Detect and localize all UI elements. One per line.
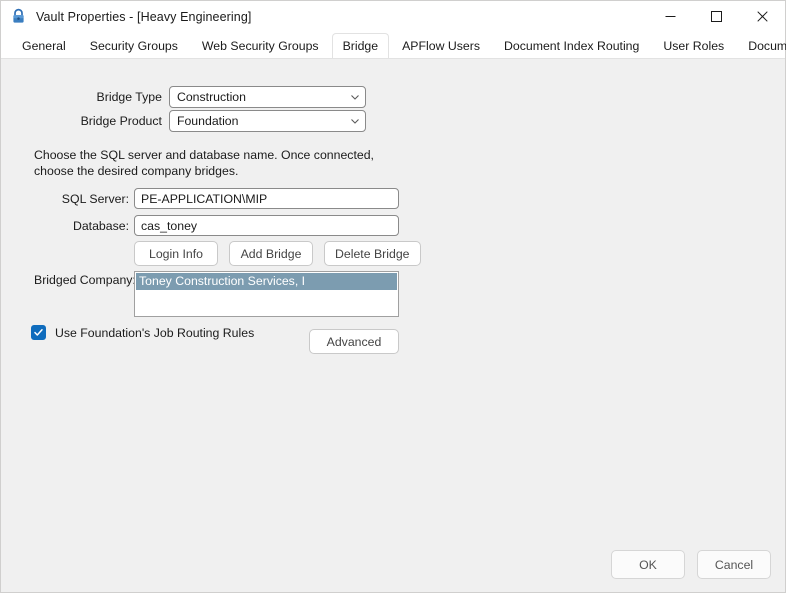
window-controls <box>647 1 785 32</box>
chevron-down-icon <box>349 91 361 103</box>
delete-bridge-button[interactable]: Delete Bridge <box>324 241 421 266</box>
bridge-product-label: Bridge Product <box>80 114 162 128</box>
tab-user-roles[interactable]: User Roles <box>652 33 735 59</box>
tab-apflow-users[interactable]: APFlow Users <box>391 33 491 59</box>
tab-web-security-groups[interactable]: Web Security Groups <box>191 33 330 59</box>
add-bridge-button[interactable]: Add Bridge <box>229 241 313 266</box>
bridge-product-row: Bridge Product Foundation <box>34 110 366 132</box>
window-title: Vault Properties - [Heavy Engineering] <box>36 9 252 24</box>
bridge-type-combobox[interactable]: Construction <box>168 86 366 108</box>
tab-security-groups[interactable]: Security Groups <box>79 33 189 59</box>
sql-server-label: SQL Server: <box>61 191 129 206</box>
tab-strip-wrapper: General Security Groups Web Security Gro… <box>1 32 786 59</box>
bridged-company-label: Bridged Company: <box>34 273 136 287</box>
job-routing-rules-checkbox-row[interactable]: Use Foundation's Job Routing Rules <box>31 325 254 340</box>
chevron-down-icon <box>349 115 361 127</box>
bridge-tab-panel: Bridge Type Construction Bridge Product … <box>1 59 785 592</box>
bridge-type-row: Bridge Type Construction <box>34 86 366 108</box>
database-input[interactable] <box>134 215 399 236</box>
tab-document-index-routing[interactable]: Document Index Routing <box>493 33 650 59</box>
bridge-action-buttons: Login Info Add Bridge Delete Bridge <box>134 241 421 266</box>
close-button[interactable] <box>739 1 785 32</box>
lock-icon <box>10 8 27 25</box>
bridge-type-label: Bridge Type <box>96 90 162 104</box>
checkmark-icon <box>33 327 44 338</box>
list-item[interactable]: Toney Construction Services, I <box>136 273 397 290</box>
tab-general[interactable]: General <box>11 33 77 59</box>
bridge-type-value: Construction <box>176 90 246 104</box>
maximize-button[interactable] <box>693 1 739 32</box>
tab-document-publishing[interactable]: Document Publishing <box>737 33 786 59</box>
database-row: Database: <box>34 215 399 236</box>
ok-button[interactable]: OK <box>611 550 685 579</box>
sql-server-row: SQL Server: <box>34 188 399 209</box>
dialog-footer: OK Cancel <box>611 550 771 579</box>
bridge-product-combobox[interactable]: Foundation <box>168 110 366 132</box>
database-label: Database: <box>72 218 129 233</box>
minimize-button[interactable] <box>647 1 693 32</box>
vault-properties-window: Vault Properties - [Heavy Engineering] G… <box>0 0 786 593</box>
tab-strip: General Security Groups Web Security Gro… <box>1 32 786 59</box>
title-bar-left: Vault Properties - [Heavy Engineering] <box>1 8 251 25</box>
job-routing-rules-checkbox[interactable] <box>31 325 46 340</box>
tab-bridge[interactable]: Bridge <box>331 33 390 59</box>
bridged-company-row: Bridged Company: Toney Construction Serv… <box>34 271 399 317</box>
title-bar: Vault Properties - [Heavy Engineering] <box>1 1 785 32</box>
job-routing-rules-label: Use Foundation's Job Routing Rules <box>55 325 255 340</box>
bridged-company-listbox[interactable]: Toney Construction Services, I <box>134 271 399 317</box>
cancel-button[interactable]: Cancel <box>697 550 771 579</box>
login-info-button[interactable]: Login Info <box>134 241 218 266</box>
sql-server-input[interactable] <box>134 188 399 209</box>
help-text: Choose the SQL server and database name.… <box>34 148 374 178</box>
bridge-product-value: Foundation <box>176 114 239 128</box>
advanced-button[interactable]: Advanced <box>309 329 399 354</box>
